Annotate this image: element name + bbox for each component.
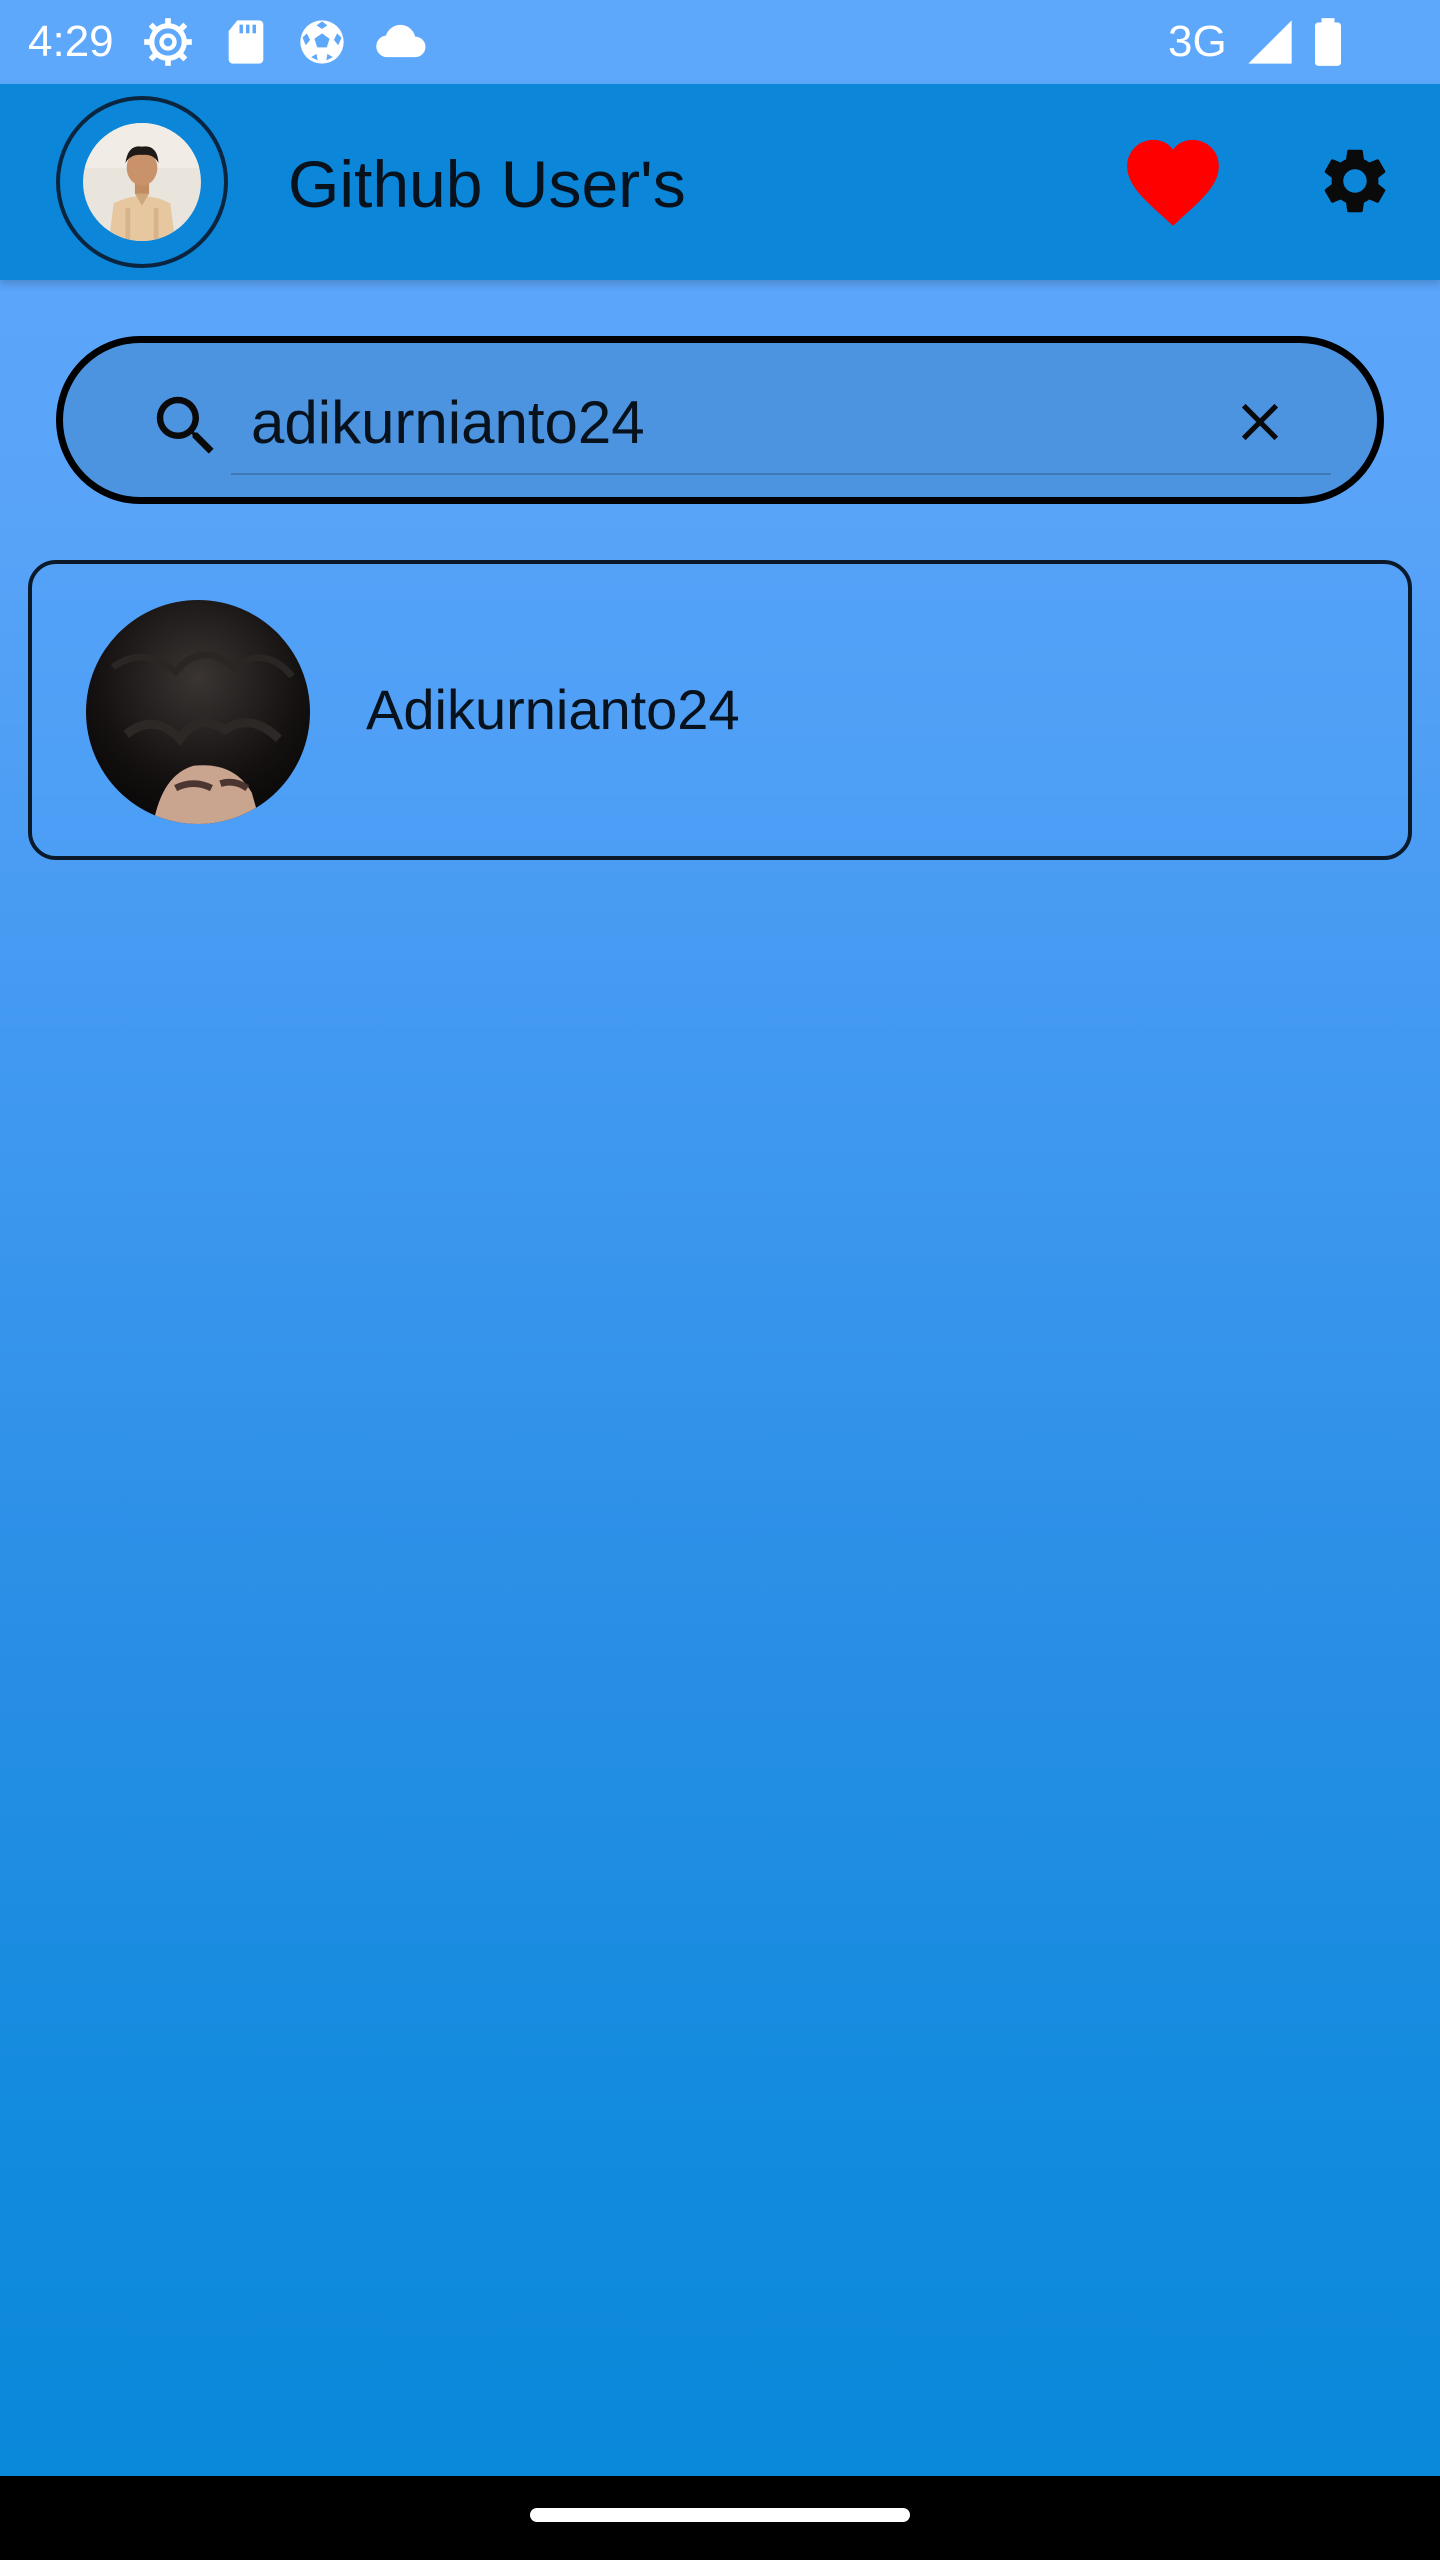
list-item[interactable]: Adikurnianto24 — [28, 560, 1412, 860]
search-input[interactable] — [251, 385, 1151, 461]
result-username: Adikurnianto24 — [366, 678, 740, 741]
status-bar: 4:29 3G — [0, 0, 1440, 84]
gear-icon[interactable] — [1316, 142, 1394, 220]
sd-card-icon — [228, 20, 264, 64]
profile-photo — [83, 123, 201, 241]
home-gesture-handle[interactable] — [530, 2508, 910, 2522]
status-time: 4:29 — [28, 17, 114, 66]
settings-cog-icon — [144, 18, 192, 66]
search-box[interactable] — [56, 336, 1384, 504]
close-icon[interactable] — [1229, 391, 1291, 453]
search-icon — [156, 396, 214, 454]
battery-icon — [1315, 18, 1341, 66]
search-underline — [231, 473, 1331, 475]
profile-avatar[interactable] — [56, 96, 228, 268]
network-type: 3G — [1168, 17, 1227, 66]
cloud-icon — [376, 24, 426, 58]
signal-icon — [1248, 20, 1292, 64]
soccer-ball-icon — [300, 20, 344, 64]
heart-icon[interactable] — [1120, 132, 1226, 228]
app-title: Github User's — [288, 147, 686, 221]
user-avatar — [86, 600, 310, 824]
